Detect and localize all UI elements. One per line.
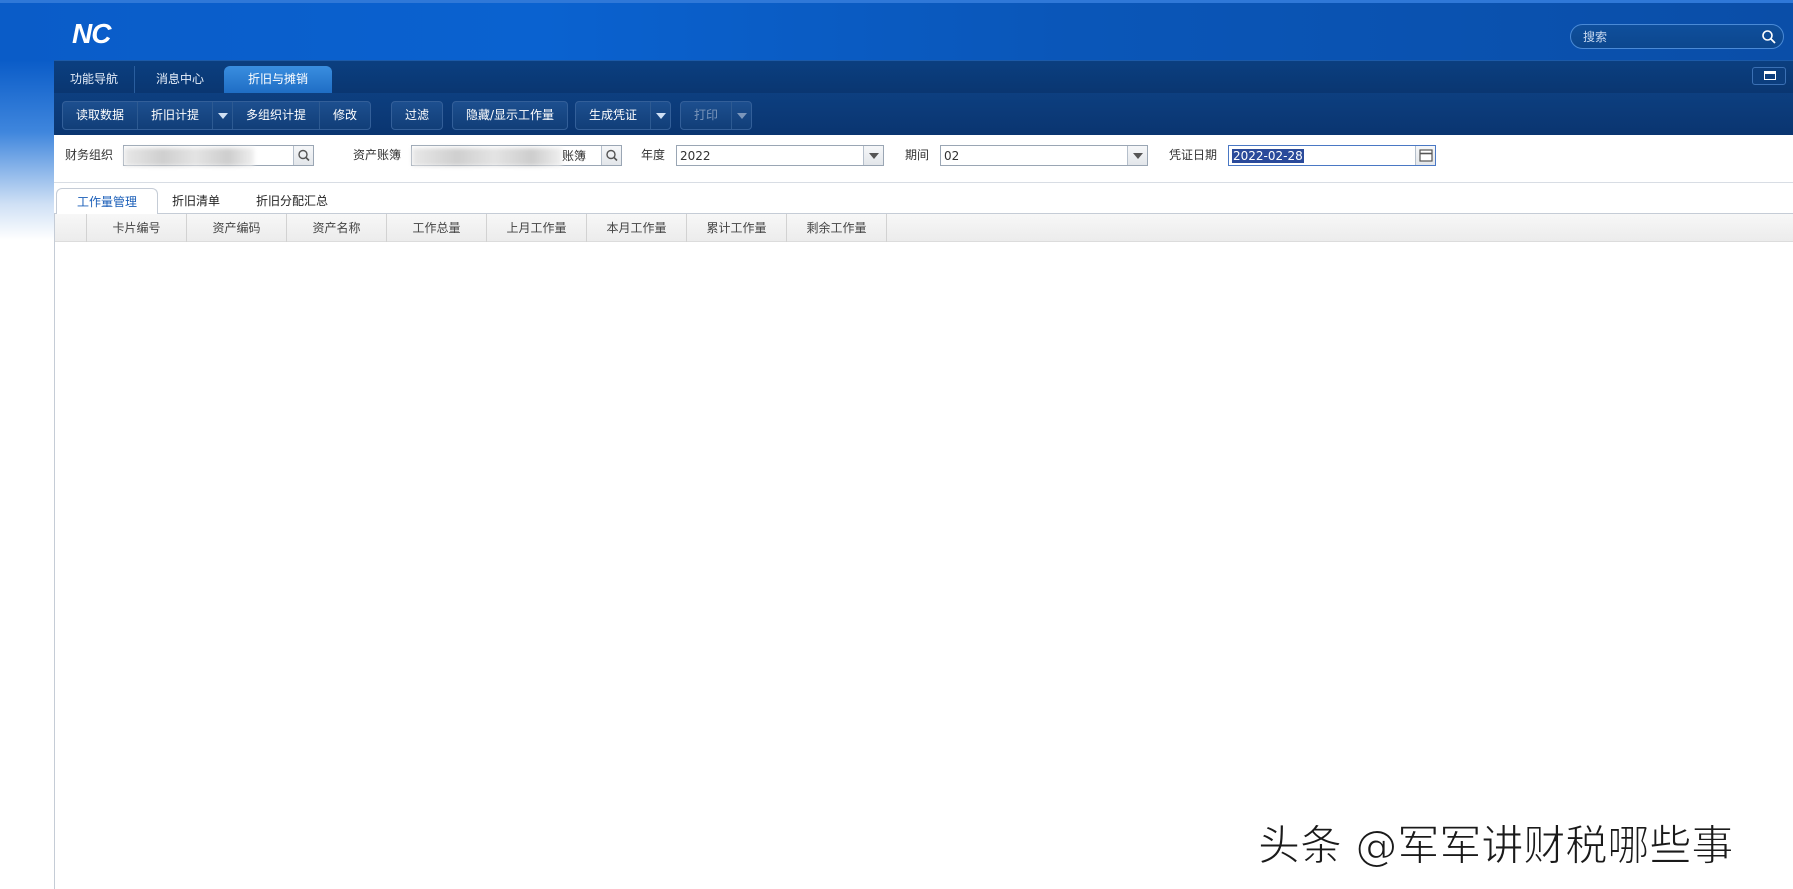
calendar-button[interactable] [1415, 146, 1435, 165]
period-label: 期间 [905, 148, 930, 162]
row-selector-header [55, 214, 87, 242]
tab-depreciation-allocation-summary[interactable]: 折旧分配汇总 [236, 188, 348, 214]
column-header[interactable]: 资产编码 [187, 214, 287, 242]
toolbar-group-filter: 过滤 [391, 101, 444, 130]
voucher-date-field[interactable]: 2022-02-28 [1228, 145, 1436, 166]
column-header[interactable]: 累计工作量 [687, 214, 787, 242]
print-dropdown-icon [731, 102, 751, 129]
read-data-button[interactable]: 读取数据 [63, 102, 139, 129]
window-icon [1764, 71, 1776, 80]
toolbar-group-print: 打印 [680, 101, 753, 130]
filter-button[interactable]: 过滤 [392, 102, 442, 129]
asset-book-search-button[interactable] [601, 146, 621, 165]
query-form: 财务组织 资产账簿 账簿 年度 2022 期间 02 凭证日期 2022-02-… [54, 135, 1793, 183]
nav-tab-depreciation[interactable]: 折旧与摊销 [224, 66, 333, 94]
generate-voucher-button[interactable]: 生成凭证 [576, 102, 650, 129]
column-header[interactable]: 卡片编号 [87, 214, 187, 242]
content-tabs: 工作量管理 折旧清单 折旧分配汇总 [54, 184, 1793, 215]
voucher-date-label: 凭证日期 [1169, 148, 1218, 162]
toolbar-group-main: 读取数据 折旧计提 多组织计提 修改 [62, 101, 372, 130]
column-header[interactable]: 上月工作量 [487, 214, 587, 242]
depreciation-dropdown-icon[interactable] [212, 102, 232, 129]
year-value: 2022 [680, 149, 711, 163]
tab-workload-management[interactable]: 工作量管理 [56, 188, 159, 215]
period-select[interactable]: 02 [940, 145, 1148, 166]
nc-logo: NC [72, 18, 111, 49]
toolbar-group-workload: 隐藏/显示工作量 [452, 101, 569, 130]
column-header[interactable]: 本月工作量 [587, 214, 687, 242]
asset-book-suffix: 账簿 [562, 149, 587, 163]
voucher-dropdown-icon[interactable] [650, 102, 670, 129]
toggle-workload-button[interactable]: 隐藏/显示工作量 [453, 102, 567, 129]
restore-window-button[interactable] [1752, 67, 1786, 85]
redacted-value [124, 148, 254, 166]
app-header: NC [0, 0, 1793, 60]
finance-org-label: 财务组织 [65, 148, 114, 162]
year-select[interactable]: 2022 [676, 145, 884, 166]
asset-book-field[interactable]: 账簿 [411, 145, 622, 166]
search-icon [298, 149, 310, 162]
main-nav: 功能导航 消息中心 折旧与摊销 [54, 60, 1793, 94]
calendar-icon [1419, 149, 1433, 162]
search-input[interactable] [1583, 28, 1753, 45]
search-icon [606, 149, 618, 162]
asset-book-label: 资产账簿 [353, 148, 402, 162]
modify-button[interactable]: 修改 [320, 102, 370, 129]
toolbar: 读取数据 折旧计提 多组织计提 修改 过滤 隐藏/显示工作量 生成凭证 打印 [54, 93, 1793, 135]
workload-grid: 卡片编号 资产编码 资产名称 工作总量 上月工作量 本月工作量 累计工作量 剩余… [54, 214, 1793, 889]
nav-tab-function-nav[interactable]: 功能导航 [54, 66, 136, 94]
global-search[interactable] [1570, 24, 1784, 49]
redacted-value [412, 148, 562, 166]
toolbar-group-voucher: 生成凭证 [575, 101, 672, 130]
chevron-down-icon[interactable] [863, 146, 883, 165]
depreciation-button[interactable]: 折旧计提 [138, 102, 212, 129]
watermark-text: 头条 @军军讲财税哪些事 [1257, 821, 1734, 871]
voucher-date-text: 2022-02-28 [1232, 148, 1304, 164]
left-decor-strip [0, 60, 54, 240]
finance-org-search-button[interactable] [293, 146, 313, 165]
column-header[interactable]: 剩余工作量 [787, 214, 887, 242]
tab-depreciation-list[interactable]: 折旧清单 [152, 188, 240, 214]
column-header[interactable]: 工作总量 [387, 214, 487, 242]
grid-header: 卡片编号 资产编码 资产名称 工作总量 上月工作量 本月工作量 累计工作量 剩余… [55, 214, 1793, 242]
app-window: NC 功能导航 消息中心 折旧与摊销 读取数据 折旧计提 多组织计提 修改 过滤… [0, 0, 1793, 889]
period-value: 02 [944, 149, 960, 163]
voucher-date-value: 2022-02-28 [1232, 149, 1304, 163]
print-button: 打印 [694, 108, 719, 122]
finance-org-field[interactable] [123, 145, 314, 166]
column-header[interactable]: 资产名称 [287, 214, 387, 242]
nav-tab-message-center[interactable]: 消息中心 [140, 66, 220, 94]
year-label: 年度 [641, 148, 666, 162]
chevron-down-icon[interactable] [1127, 146, 1147, 165]
multi-org-depreciation-button[interactable]: 多组织计提 [232, 102, 321, 129]
search-icon[interactable] [1761, 29, 1777, 45]
